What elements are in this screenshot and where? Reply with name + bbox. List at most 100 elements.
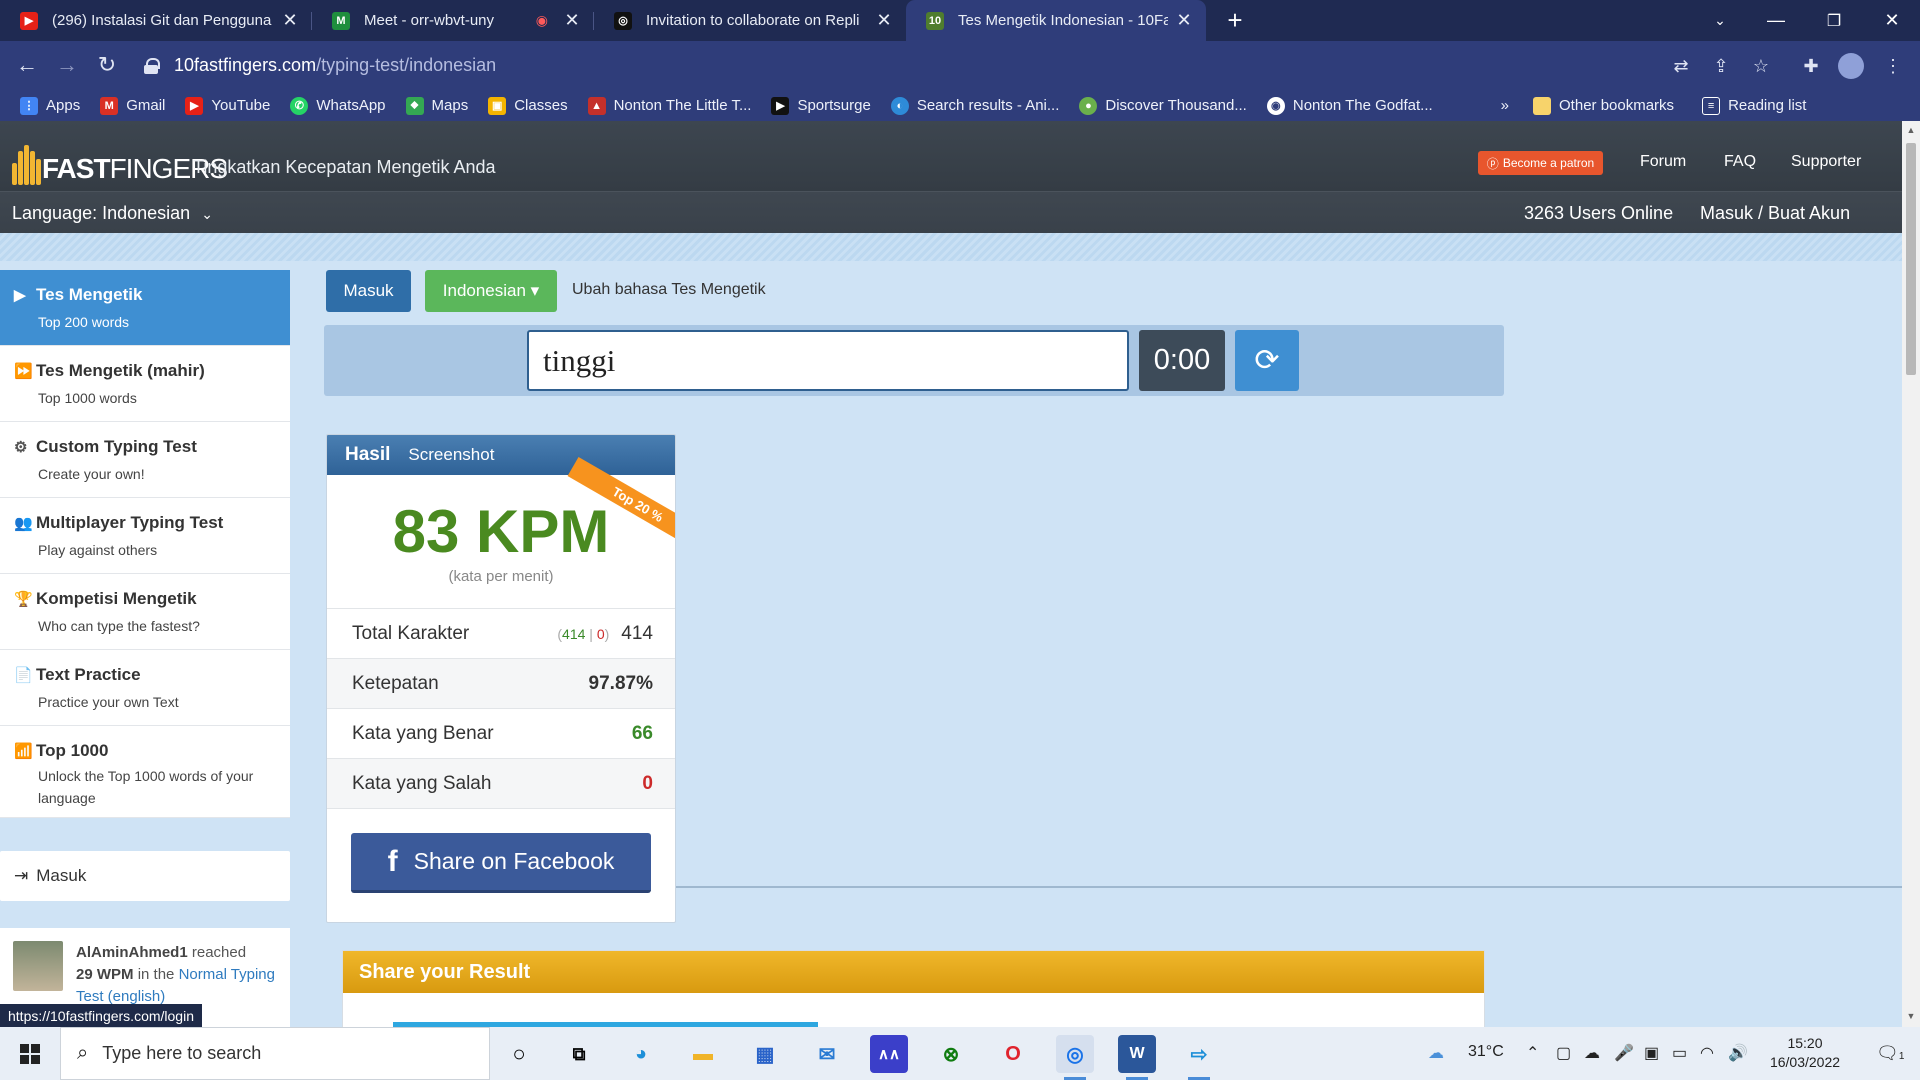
xbox-icon[interactable]: ⊗ <box>932 1035 970 1073</box>
facebook-icon: f <box>387 844 398 878</box>
profile-avatar[interactable] <box>1838 53 1864 79</box>
menu-dots-icon[interactable]: ⋮ <box>1880 53 1906 79</box>
visual-studio-icon[interactable]: ∧∧ <box>870 1035 908 1073</box>
scroll-down-icon[interactable]: ▼ <box>1905 1011 1917 1021</box>
sidebar-item-tes-mengetik[interactable]: ▶ Tes Mengetik Top 200 words <box>0 270 290 346</box>
wifi-icon[interactable]: ◠ <box>1700 1043 1714 1063</box>
mail-icon[interactable]: ✉ <box>808 1035 846 1073</box>
share-icon[interactable]: ⇪ <box>1708 53 1734 79</box>
other-bookmarks[interactable]: Other bookmarks <box>1533 96 1674 115</box>
reload-icon[interactable]: ↻ <box>92 50 122 80</box>
meet-now-icon[interactable]: ▢ <box>1556 1043 1571 1063</box>
weather-temp[interactable]: 31°C <box>1468 1043 1504 1061</box>
file-explorer-icon[interactable]: ▬ <box>684 1035 722 1073</box>
taskbar-search[interactable]: ⌕ Type here to search <box>60 1027 490 1080</box>
language-dropdown[interactable]: Language: Indonesian ⌄ <box>12 203 213 224</box>
sidebar-item-tes-mahir[interactable]: ⏩ Tes Mengetik (mahir) Top 1000 words <box>0 346 290 422</box>
become-patron-button[interactable]: ⓟ Become a patron <box>1478 151 1603 175</box>
folder-icon <box>1533 96 1552 115</box>
tab-10fastfingers[interactable]: 10 Tes Mengetik Indonesian - 10Fast ✕ <box>906 0 1206 41</box>
sidebar-item-custom-test[interactable]: ⚙ Custom Typing Test Create your own! <box>0 422 290 498</box>
display-icon[interactable]: ▣ <box>1644 1043 1659 1063</box>
tab-meet[interactable]: M Meet - orr-wbvt-uny ◉ ✕ <box>312 0 594 41</box>
close-tab-icon[interactable]: ✕ <box>874 10 894 31</box>
tab-search-icon[interactable]: ⌄ <box>1692 0 1748 41</box>
leaf-icon: ● <box>1079 96 1098 115</box>
share-result-panel: Share your Result <box>342 950 1485 1027</box>
new-tab-icon[interactable]: + <box>1220 5 1250 36</box>
bookmarks-overflow-icon[interactable]: » <box>1501 97 1509 114</box>
close-tab-icon[interactable]: ✕ <box>1174 10 1194 31</box>
opera-icon[interactable]: O <box>994 1035 1032 1073</box>
bookmark-youtube[interactable]: ▶ YouTube <box>185 96 270 115</box>
bookmark-maps[interactable]: ⬥ Maps <box>405 96 468 115</box>
nav-faq[interactable]: FAQ <box>1724 153 1756 171</box>
language-select-button[interactable]: Indonesian ▾ <box>425 270 557 312</box>
tab-youtube[interactable]: ▶ (296) Instalasi Git dan Pengguna ✕ <box>0 0 312 41</box>
bookmark-apps[interactable]: ⋮ Apps <box>20 96 80 115</box>
store-icon[interactable]: ▦ <box>746 1035 784 1073</box>
bookmark-search-results[interactable]: ◐ Search results - Ani... <box>890 96 1059 115</box>
tab-replit[interactable]: ◎ Invitation to collaborate on Repli ✕ <box>594 0 906 41</box>
battery-icon[interactable]: ▭ <box>1672 1043 1687 1063</box>
sidebar-login-button[interactable]: ⇥ Masuk <box>0 851 290 901</box>
page-scrollbar[interactable]: ▲ ▼ <box>1902 121 1920 1027</box>
taskbar-clock[interactable]: 15:20 16/03/2022 <box>1760 1034 1850 1072</box>
microphone-icon[interactable]: 🎤 <box>1614 1043 1634 1063</box>
bookmark-gmail[interactable]: M Gmail <box>100 96 165 115</box>
extensions-icon[interactable]: ✚ <box>1798 53 1824 79</box>
sidebar-item-kompetisi[interactable]: 🏆 Kompetisi Mengetik Who can type the fas… <box>0 574 290 650</box>
bookmark-classes[interactable]: ▣ Classes <box>488 96 568 115</box>
share-facebook-button[interactable]: f Share on Facebook <box>351 833 651 893</box>
bookmark-sportsurge[interactable]: ▶ Sportsurge <box>771 96 871 115</box>
task-view-icon[interactable]: ⧉ <box>560 1035 598 1073</box>
bookmark-nonton-godfather[interactable]: ◉ Nonton The Godfat... <box>1266 96 1433 115</box>
nav-forum[interactable]: Forum <box>1640 153 1686 171</box>
weather-icon[interactable]: ☁ <box>1428 1043 1444 1063</box>
start-button[interactable] <box>0 1027 60 1080</box>
sidebar-item-multiplayer[interactable]: 👥 Multiplayer Typing Test Play against ot… <box>0 498 290 574</box>
notification-icon[interactable]: 🗨1 <box>1876 1043 1904 1064</box>
chrome-icon[interactable]: ◎ <box>1056 1035 1094 1080</box>
sidebar-item-text-practice[interactable]: 📄 Text Practice Practice your own Text <box>0 650 290 726</box>
login-button[interactable]: Masuk <box>326 270 411 312</box>
nav-supporter[interactable]: Supporter <box>1791 153 1861 171</box>
cortana-icon[interactable]: ○ <box>500 1035 538 1073</box>
close-window-icon[interactable]: ✕ <box>1864 0 1920 41</box>
back-icon[interactable]: ← <box>12 50 42 80</box>
bookmark-nonton-little[interactable]: ▲ Nonton The Little T... <box>587 96 751 115</box>
address-bar[interactable]: 10fastfingers.com/typing-test/indonesian <box>138 47 1878 84</box>
edge-icon[interactable]: ◕ <box>622 1035 660 1073</box>
sportsurge-icon: ▶ <box>771 96 790 115</box>
bookmark-whatsapp[interactable]: ✆ WhatsApp <box>290 96 386 115</box>
document-icon: 📄 <box>14 667 33 684</box>
lock-icon <box>144 57 160 74</box>
onedrive-icon[interactable]: ☁ <box>1584 1043 1600 1063</box>
remote-desktop-icon[interactable]: ⇨ <box>1180 1035 1218 1080</box>
bookmark-star-icon[interactable]: ☆ <box>1748 53 1774 79</box>
screenshot-link[interactable]: Screenshot <box>408 445 494 465</box>
typing-input[interactable] <box>527 330 1129 391</box>
reading-list[interactable]: ≡ Reading list <box>1702 96 1806 115</box>
tray-overflow-icon[interactable]: ⌃ <box>1526 1043 1539 1063</box>
whatsapp-icon: ✆ <box>290 96 309 115</box>
translate-icon[interactable]: ⇄ <box>1668 53 1694 79</box>
word-icon[interactable]: W <box>1118 1035 1156 1080</box>
avatar[interactable] <box>13 941 63 991</box>
recording-icon: ◉ <box>535 12 548 28</box>
restore-icon[interactable]: ❐ <box>1806 0 1862 41</box>
minimize-icon[interactable]: — <box>1748 0 1804 41</box>
forward-icon[interactable]: → <box>52 50 82 80</box>
windows-logo-icon <box>20 1043 40 1064</box>
login-register-link[interactable]: Masuk / Buat Akun <box>1700 203 1850 224</box>
scroll-thumb[interactable] <box>1906 143 1916 375</box>
volume-icon[interactable]: 🔊 <box>1728 1043 1748 1063</box>
restart-button[interactable]: ⟳ <box>1235 330 1299 391</box>
users-icon: 👥 <box>14 515 33 532</box>
bookmark-discover[interactable]: ● Discover Thousand... <box>1079 96 1247 115</box>
close-tab-icon[interactable]: ✕ <box>280 10 300 31</box>
close-tab-icon[interactable]: ✕ <box>562 10 582 31</box>
site-header: FASTFINGERS Tingkatkan Kecepatan Mengeti… <box>0 121 1902 233</box>
sidebar-item-top-1000[interactable]: 📶 Top 1000 Unlock the Top 1000 words of y… <box>0 726 290 818</box>
scroll-up-icon[interactable]: ▲ <box>1905 125 1917 135</box>
